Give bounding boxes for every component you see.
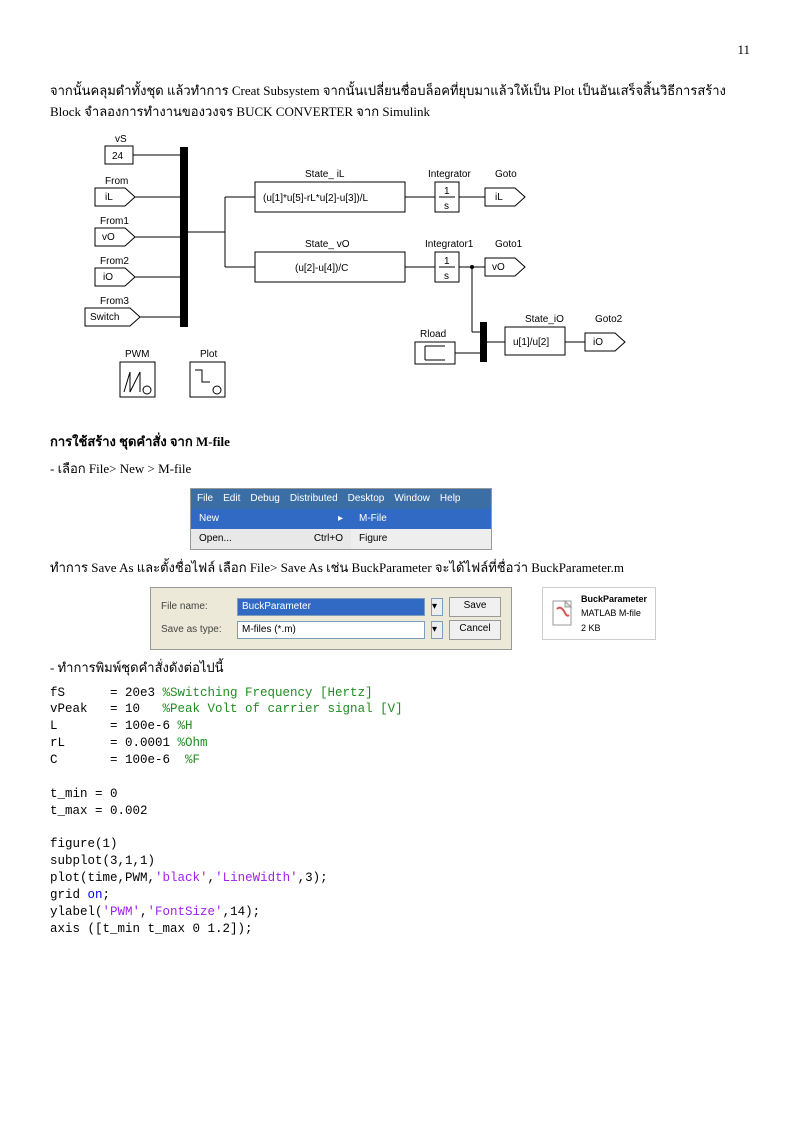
step-select-mfile: - เลือก File> New > M-file [50,459,750,480]
svg-text:(u[1]*u[5]-rL*u[2]-u[3])/L: (u[1]*u[5]-rL*u[2]-u[3])/L [263,193,368,204]
cancel-button: Cancel [449,620,501,640]
svg-text:State_iO: State_iO [525,314,564,325]
svg-text:State_ vO: State_ vO [305,239,350,250]
heading-mfile: การใช้สร้าง ชุดคำสั่ง จาก M-file [50,432,750,453]
page-number: 11 [50,40,750,61]
svg-text:Rload: Rload [420,329,446,340]
submenu-mfile: M-File [351,509,491,529]
simulink-diagram: .lbl{font:10px sans-serif;} .blk{fill:#f… [80,132,750,412]
file-icon-box: BuckParameter MATLAB M-file 2 KB [542,587,656,640]
menu-window: Window [394,491,430,507]
menu-file: File [197,491,213,507]
svg-text:Goto: Goto [495,169,517,180]
submenu-figure: Figure [351,529,491,549]
svg-text:24: 24 [112,151,124,162]
svg-text:Goto2: Goto2 [595,314,623,325]
filename-field: BuckParameter [237,598,425,616]
svg-text:vO: vO [492,262,505,273]
step-type-commands: - ทำการพิมพ์ชุดคำสั่งดังต่อไปนี้ [50,658,750,679]
code-block: fS = 20e3 %Switching Frequency [Hertz] v… [50,685,750,938]
svg-text:iO: iO [593,337,603,348]
svg-text:Integrator1: Integrator1 [425,239,474,250]
file-size: 2 KB [581,621,647,635]
menu-edit: Edit [223,491,240,507]
filetype-label: Save as type: [161,622,231,638]
menu-desktop: Desktop [348,491,385,507]
file-sub: MATLAB M-file [581,606,647,620]
svg-text:iL: iL [495,192,503,203]
file-name: BuckParameter [581,592,647,606]
svg-text:s: s [444,271,449,282]
svg-text:Plot: Plot [200,349,217,360]
menu-debug: Debug [250,491,279,507]
menu-new: New▸ [191,509,351,529]
paragraph-saveas: ทำการ Save As และตั้งชื่อไฟล์ เลือก File… [50,558,750,579]
filetype-field: M-files (*.m) [237,621,425,639]
svg-text:u[1]/u[2]: u[1]/u[2] [513,337,549,348]
svg-text:Integrator: Integrator [428,169,471,180]
saveas-screenshot: File name: BuckParameter ▾ Save Save as … [150,587,750,650]
svg-text:From2: From2 [100,256,129,267]
menu-open: Open...Ctrl+O [191,529,351,549]
svg-text:PWM: PWM [125,349,149,360]
svg-text:Switch: Switch [90,312,119,323]
svg-text:iL: iL [105,192,113,203]
matlab-menu-screenshot: File Edit Debug Distributed Desktop Wind… [190,488,492,550]
svg-text:State_ iL: State_ iL [305,169,345,180]
svg-text:1: 1 [444,256,450,267]
svg-text:From3: From3 [100,296,129,307]
svg-text:Goto1: Goto1 [495,239,523,250]
paragraph-intro: จากนั้นคลุมดำทั้งชุด แล้วทำการ Creat Sub… [50,81,750,123]
svg-text:From1: From1 [100,216,129,227]
svg-text:(u[2]-u[4])/C: (u[2]-u[4])/C [295,263,348,274]
svg-text:From: From [105,176,128,187]
filename-label: File name: [161,599,231,615]
svg-text:vO: vO [102,232,115,243]
svg-text:1: 1 [444,186,450,197]
svg-text:vS: vS [115,134,127,145]
menu-help: Help [440,491,461,507]
svg-text:s: s [444,201,449,212]
svg-text:iO: iO [103,272,113,283]
save-button: Save [449,597,501,617]
menu-distributed: Distributed [290,491,338,507]
